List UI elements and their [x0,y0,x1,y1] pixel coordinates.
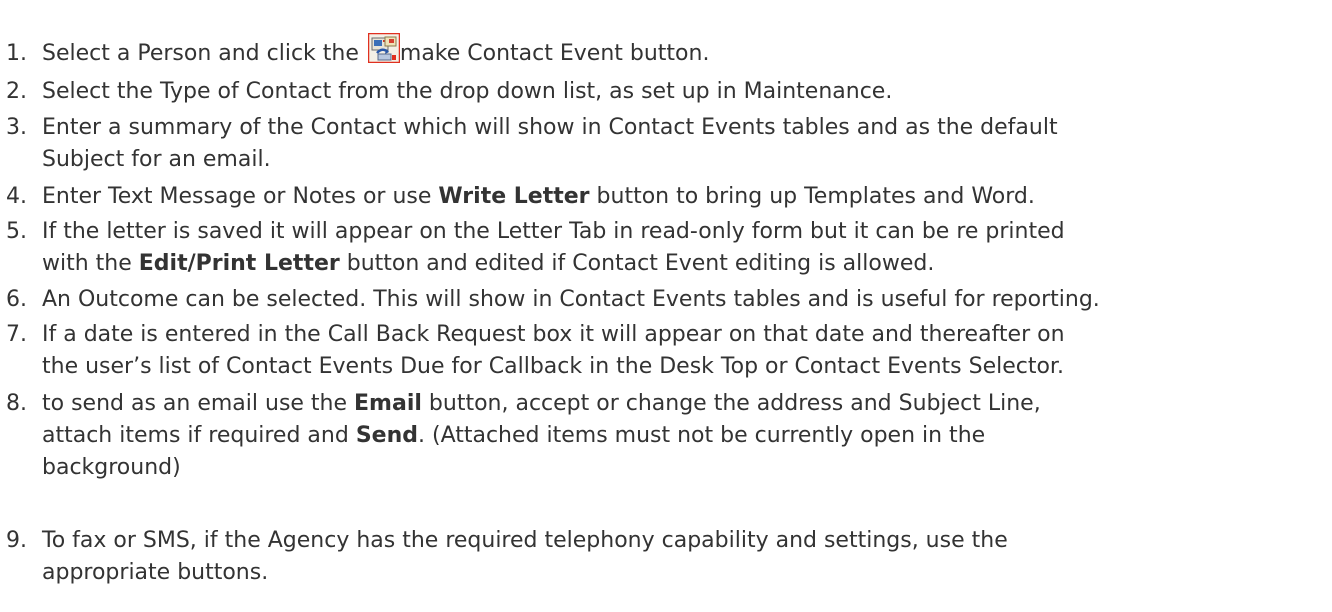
email-label: Email [354,391,422,416]
list-item: 5. If the letter is saved it will appear … [0,216,1065,280]
write-letter-label: Write Letter [438,184,590,209]
step-text-line-2: with the [42,251,139,276]
step-text-line-2-after: . (Attached items must not be currently … [418,423,986,448]
list-item: 3. Enter a summary of the Contact which w… [0,112,1058,176]
step-text-line-1: to send as an email use the [42,391,355,416]
step-text-line-1: If a date is entered in the Call Back Re… [42,322,1065,347]
list-item: 4. Enter Text Message or Notes or use Wri… [0,181,1035,213]
step-text-line-1: To fax or SMS, if the Agency has the req… [42,528,1008,553]
step-number: 2. [6,79,27,104]
step-number: 9. [6,528,27,553]
step-text: Enter Text Message or Notes or use [42,184,439,209]
list-item: 1. Select a Person and click the make Con… [0,33,710,70]
step-text: An Outcome can be selected. This will sh… [42,287,1100,312]
step-text-line-3: background) [42,455,181,480]
step-text-after: button to bring up Templates and Word. [589,184,1035,209]
send-label: Send [355,423,418,448]
contact-event-icon[interactable] [367,33,400,63]
step-text-line-2: the user’s list of Contact Events Due fo… [42,354,1064,379]
step-text-line-1: Enter a summary of the Contact which wil… [42,115,1058,140]
step-text: Select the Type of Contact from the drop… [42,79,893,104]
step-number: 7. [6,322,27,347]
step-number: 5. [6,219,27,244]
step-number: 3. [6,115,27,140]
step-number: 8. [6,391,27,416]
edit-print-letter-label: Edit/Print Letter [138,251,340,276]
step-text-line-2: Subject for an email. [42,147,271,172]
step-number: 1. [6,41,27,66]
list-item: 9. To fax or SMS, if the Agency has the r… [0,525,1008,589]
step-text-line-2: attach items if required and [42,423,356,448]
step-text-line-1: If the letter is saved it will appear on… [42,219,1065,244]
step-text-line-2: appropriate buttons. [42,560,269,585]
list-item: 2. Select the Type of Contact from the dr… [0,76,892,108]
list-item: 7. If a date is entered in the Call Back … [0,319,1065,383]
step-text-line-2-after: button and edited if Contact Event editi… [339,251,935,276]
step-text-line-1-after: button, accept or change the address and… [421,391,1041,416]
list-item: 8. to send as an email use the Email butt… [0,388,1041,484]
step-text: Select a Person and click the [42,41,366,66]
step-number: 4. [6,184,27,209]
step-number: 6. [6,287,27,312]
list-item: 6. An Outcome can be selected. This will … [0,284,1100,316]
step-text-after: make Contact Event button. [399,41,710,66]
